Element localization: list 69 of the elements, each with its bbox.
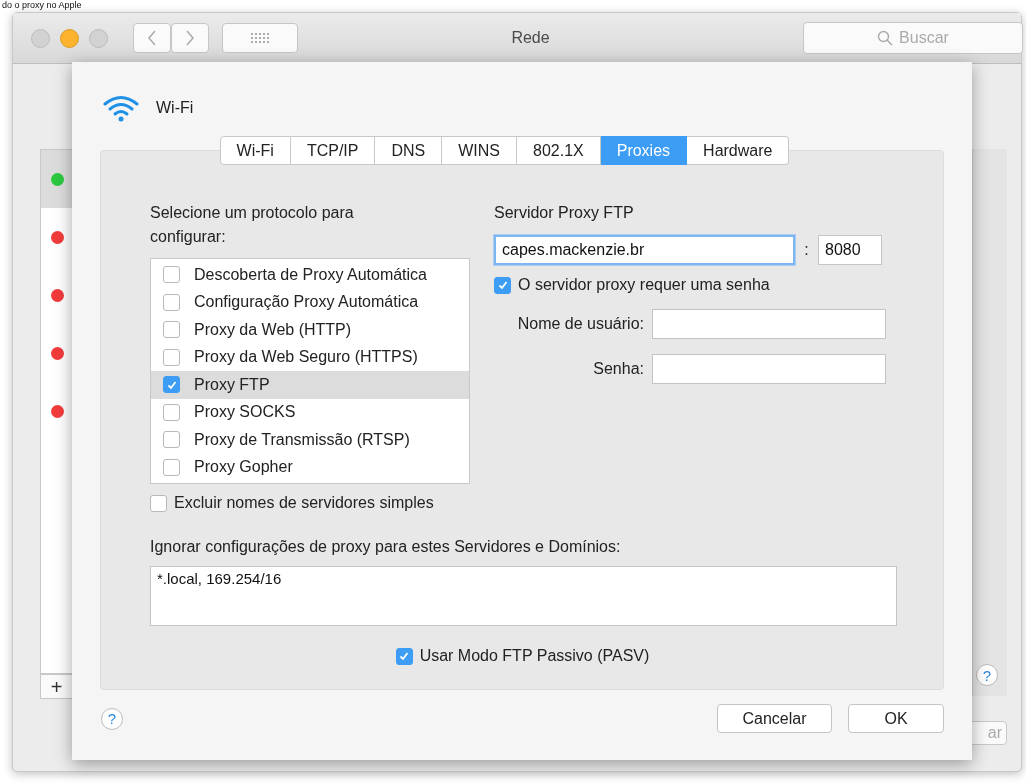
interface-name: Wi-Fi [156, 99, 194, 117]
checkbox[interactable] [163, 293, 180, 311]
dialog-button[interactable]: OK [848, 704, 944, 733]
protocol-name: Proxy da Web Seguro (HTTPS) [194, 348, 418, 367]
checkbox[interactable] [163, 321, 180, 339]
checkbox-label: O servidor proxy requer uma senha [518, 276, 770, 294]
minimize-button[interactable] [60, 28, 79, 48]
password-label: Senha: [592, 360, 644, 378]
grid-icon [250, 32, 270, 44]
check-icon [496, 279, 509, 291]
server-field[interactable]: capes.mackenzie.br [494, 235, 795, 265]
protocol-name: Proxy de Transmissão (RTSP) [194, 430, 410, 449]
protocol-name: Proxy Gopher [194, 458, 293, 477]
service-row[interactable] [41, 150, 72, 208]
search-icon [877, 30, 894, 46]
show-all-button[interactable] [222, 23, 298, 53]
checkbox[interactable] [163, 458, 180, 476]
dialog-button[interactable]: Cancelar [717, 704, 832, 733]
protocol-label: Selecione um protocolo para configurar: [150, 203, 355, 247]
protocol-name: Proxy FTP [194, 375, 270, 394]
protocol-row[interactable]: Proxy FTP [151, 371, 469, 399]
protocol-name: Configuração Proxy Automática [194, 293, 419, 312]
protocol-row[interactable]: Descoberta de Proxy Automática [151, 261, 469, 289]
protocol-row[interactable]: Proxy de Transmissão (RTSP) [151, 426, 469, 454]
close-button[interactable] [31, 28, 50, 48]
checkbox[interactable] [163, 403, 180, 421]
window-title: Rede [510, 29, 551, 47]
protocol-name: Proxy da Web (HTTP) [194, 320, 352, 339]
zoom-button[interactable] [89, 28, 108, 48]
protocol-row[interactable]: Proxy da Web (HTTP) [151, 316, 469, 344]
checkbox[interactable] [494, 276, 511, 294]
help-button[interactable]: ? [101, 707, 123, 730]
tab[interactable]: WINS [442, 136, 517, 165]
check-icon [398, 650, 411, 662]
wifi-icon [103, 94, 139, 122]
checkbox[interactable] [163, 266, 180, 284]
tab[interactable]: Wi-Fi [219, 136, 291, 165]
checkbox[interactable] [163, 376, 180, 394]
help-button[interactable]: ? [976, 664, 998, 686]
checkbox[interactable] [163, 431, 180, 449]
protocol-name: Descoberta de Proxy Automática [194, 265, 427, 284]
server-label: Servidor Proxy FTP [494, 203, 635, 223]
chevron-right-icon [185, 30, 195, 46]
port-field[interactable]: 8080 [818, 235, 882, 265]
bypass-field[interactable]: *.local, 169.254/16 [150, 566, 897, 626]
back-button[interactable] [133, 23, 171, 53]
checkbox-label: Usar Modo FTP Passivo (PASV) [419, 647, 650, 665]
forward-button[interactable] [171, 23, 209, 53]
checkbox[interactable] [395, 647, 413, 665]
tab[interactable]: Hardware [687, 136, 790, 165]
protocol-row[interactable]: Proxy SOCKS [151, 398, 469, 426]
tab[interactable]: DNS [375, 136, 443, 165]
add-button[interactable]: + [40, 674, 73, 699]
chevron-left-icon [147, 30, 157, 46]
checkbox-label: Excluir nomes de servidores simples [174, 494, 434, 512]
username-label: Nome de usuário: [516, 315, 644, 333]
protocol-row[interactable]: Proxy Gopher [151, 453, 469, 481]
protocol-row[interactable]: Configuração Proxy Automática [151, 288, 469, 316]
password-field[interactable] [652, 354, 886, 384]
protocol-name: Proxy SOCKS [194, 403, 296, 422]
colon-separator: : [803, 241, 810, 259]
tab[interactable]: 802.1X [517, 136, 601, 165]
bypass-label: Ignorar configurações de proxy para estes Servidores e Domínios: [150, 538, 622, 556]
checkbox[interactable] [150, 494, 167, 512]
tab[interactable]: TCP/IP [290, 136, 376, 165]
caption-text: do o proxy no Apple [1, 0, 83, 11]
checkbox[interactable] [163, 348, 180, 366]
username-field[interactable] [652, 309, 886, 339]
protocol-row[interactable]: Proxy da Web Seguro (HTTPS) [151, 343, 469, 371]
